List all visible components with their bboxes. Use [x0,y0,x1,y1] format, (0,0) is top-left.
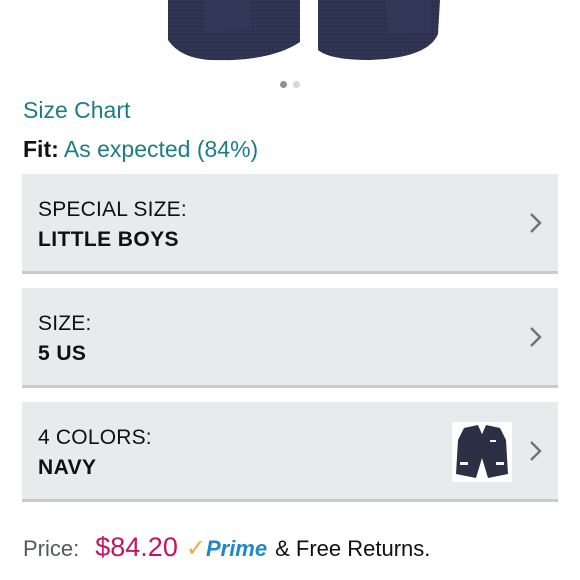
prime-badge: ✓ Prime [186,534,267,563]
free-returns-text: & Free Returns. [275,536,431,561]
prime-logo-text: Prime [205,536,268,561]
chevron-right-icon [530,213,542,233]
price-row: Price: $84.20 ✓ Prime & Free Returns. [23,532,430,563]
carousel-dots [0,81,580,88]
special-size-selector[interactable]: SPECIAL SIZE: LITTLE BOYS [22,174,558,274]
fit-label: Fit: [23,136,59,162]
selector-label: SIZE: [38,312,92,335]
chevron-right-icon [530,327,542,347]
carousel-dot-active[interactable] [280,81,287,88]
product-detail-page: Size Chart Fit: As expected (84%) SPECIA… [0,0,580,580]
selector-value: LITTLE BOYS [38,228,179,251]
selector-label: SPECIAL SIZE: [38,198,187,221]
size-chart-link[interactable]: Size Chart [23,97,130,124]
color-selector[interactable]: 4 COLORS: NAVY [22,402,558,502]
carousel-dot[interactable] [293,81,300,88]
product-image[interactable] [150,0,450,62]
selector-value: 5 US [38,342,87,365]
fit-value-link[interactable]: As expected (84%) [64,136,258,162]
prime-check-icon: ✓ [185,535,206,562]
selector-value: NAVY [38,456,97,479]
selector-label: 4 COLORS: [38,426,152,449]
chevron-right-icon [530,441,542,461]
price-label: Price: [23,536,80,561]
size-selector[interactable]: SIZE: 5 US [22,288,558,388]
color-swatch-thumbnail [452,422,512,482]
fit-rating: Fit: As expected (84%) [23,136,258,163]
price-value: $84.20 [95,532,178,562]
